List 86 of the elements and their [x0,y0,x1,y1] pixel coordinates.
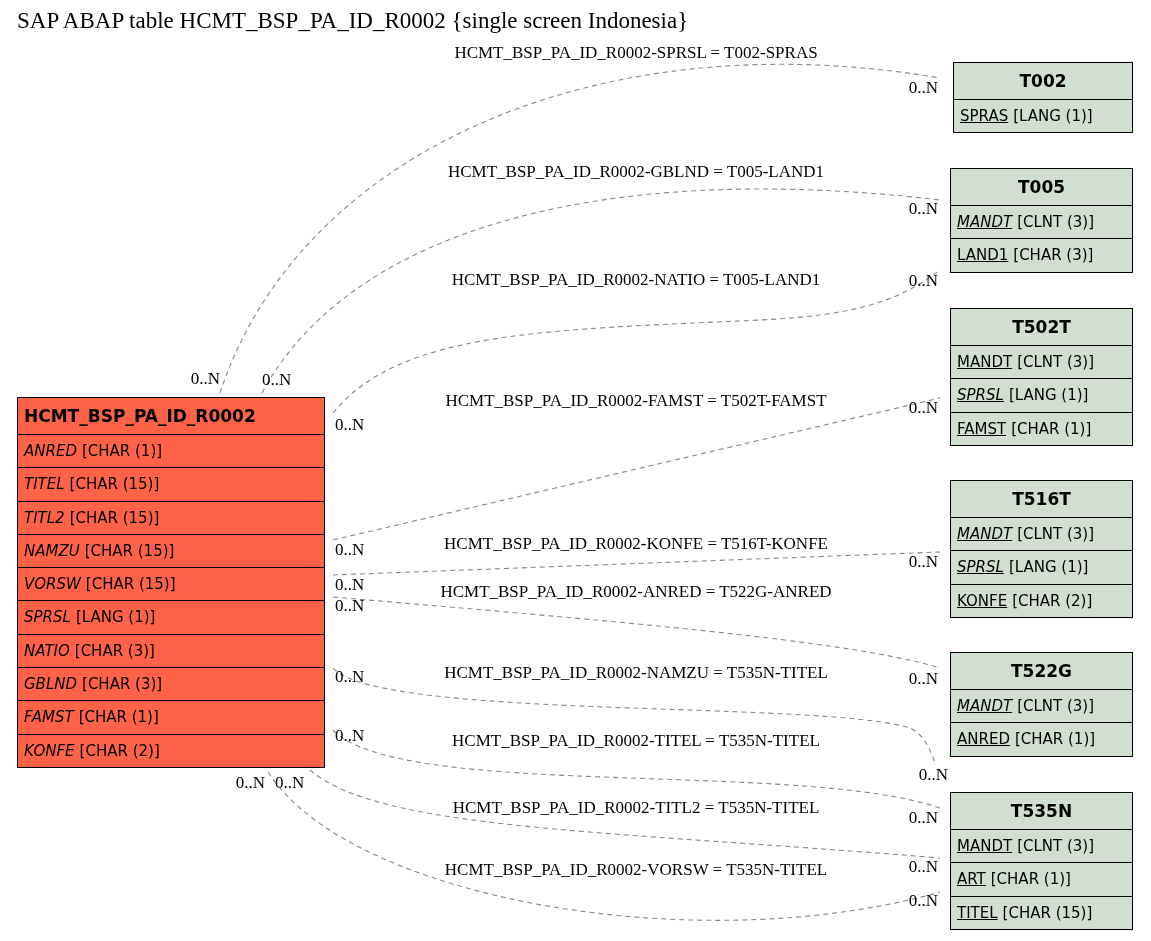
cardinality-label: 0..N [335,540,365,559]
field-name: SPRSL [24,608,71,627]
field-name: ANRED [957,730,1010,749]
relation-label: HCMT_BSP_PA_ID_R0002-NATIO = T005-LAND1 [451,270,821,289]
relation-label: HCMT_BSP_PA_ID_R0002-NAMZU = T535N-TITEL [444,663,828,682]
relation-label: HCMT_BSP_PA_ID_R0002-GBLND = T005-LAND1 [447,162,825,181]
cardinality-label: 0..N [335,575,365,594]
cardinality-label: 0..N [908,808,938,827]
field-name: VORSW [24,575,81,594]
field-type: [CHAR (15)] [84,541,175,560]
field-name: MANDT [957,525,1013,543]
relation-label: HCMT_BSP_PA_ID_R0002-SPRSL = T002-SPRAS [454,43,818,62]
cardinality-label: 0..N [190,369,220,388]
field-type: [CHAR (1)] [1014,730,1096,749]
field-type: [CHAR (15)] [85,575,176,594]
field-name: TITEL [24,475,65,494]
table-header: T502T [951,309,1132,346]
cardinality-label: 0..N [918,765,948,784]
field-name: MANDT [957,213,1013,231]
field-name: KONFE [24,741,75,760]
field-type: [CHAR (15)] [69,475,160,494]
field-name: MANDT [957,697,1013,715]
field-name: ANRED [24,442,77,460]
field-name: NAMZU [24,541,80,560]
field-type: [CHAR (2)] [79,741,160,760]
relation-label: HCMT_BSP_PA_ID_R0002-KONFE = T516T-KONFE [444,534,828,553]
cardinality-label: 0..N [908,78,938,97]
relation-label: HCMT_BSP_PA_ID_R0002-TITEL = T535N-TITEL [452,731,820,750]
cardinality-label: 0..N [908,669,938,688]
cardinality-label: 0..N [335,596,365,615]
diagram-title: SAP ABAP table HCMT_BSP_PA_ID_R0002 {single screen Indonesia} [17,8,689,34]
field-type: [CHAR (1)] [990,870,1071,889]
cardinality-label: 0..N [335,415,365,434]
cardinality-label: 0..N [908,891,938,910]
field-type: [LANG (1)] [75,608,156,627]
field-name: MANDT [957,837,1013,855]
field-type: [LANG (1)] [1008,558,1089,577]
field-name: NATIO [24,641,70,660]
field-type: [CHAR (2)] [1012,591,1093,610]
field-name: SPRSL [957,386,1004,405]
field-type: [CLNT (3)] [1017,837,1095,855]
field-type: [CLNT (3)] [1017,353,1095,371]
relation-label: HCMT_BSP_PA_ID_R0002-ANRED = T522G-ANRED [440,582,832,601]
field-type: [CHAR (15)] [69,508,160,527]
table-header: T005 [951,169,1132,206]
field-type: [LANG (1)] [1008,386,1089,405]
field-type: [CHAR (3)] [74,641,155,660]
cardinality-label: 0..N [908,199,938,218]
cardinality-label: 0..N [275,773,305,792]
cardinality-label: 0..N [335,667,365,686]
cardinality-label: 0..N [908,398,938,417]
relation-label: HCMT_BSP_PA_ID_R0002-TITL2 = T535N-TITEL [452,798,820,817]
field-type: [CLNT (3)] [1017,213,1095,231]
table-header: HCMT_BSP_PA_ID_R0002 [18,398,324,435]
field-name: SPRSL [957,558,1004,577]
relation-label: HCMT_BSP_PA_ID_R0002-VORSW = T535N-TITEL [444,860,828,879]
field-name: GBLND [24,675,78,694]
field-type: [LANG (1)] [1013,107,1093,125]
cardinality-label: 0..N [262,370,292,389]
cardinality-label: 0..N [908,552,938,571]
field-type: [CLNT (3)] [1017,525,1095,543]
field-type: [CHAR (15)] [1002,903,1093,922]
table-header: T516T [951,481,1132,518]
field-type: [CHAR (1)] [78,708,159,727]
field-type: [CHAR (1)] [1011,419,1092,438]
table-header: T535N [951,793,1132,830]
field-name: KONFE [957,591,1008,610]
field-name: MANDT [957,353,1013,371]
field-type: [CHAR (1)] [81,442,163,460]
cardinality-label: 0..N [908,271,938,290]
field-name: SPRAS [960,107,1009,125]
field-type: [CLNT (3)] [1017,697,1095,715]
field-name: TITL2 [24,508,65,527]
field-name: FAMST [957,419,1007,438]
field-name: TITEL [957,903,998,922]
field-name: FAMST [24,708,74,727]
field-type: [CHAR (3)] [82,675,163,694]
field-type: [CHAR (3)] [1013,246,1094,265]
table-header: T522G [951,653,1132,690]
cardinality-label: 0..N [908,857,938,876]
relation-label: HCMT_BSP_PA_ID_R0002-FAMST = T502T-FAMST [445,391,827,410]
cardinality-label: 0..N [235,773,265,792]
field-name: ART [957,870,986,889]
cardinality-label: 0..N [335,726,365,745]
field-name: LAND1 [957,246,1009,265]
table-header: T002 [954,63,1132,100]
